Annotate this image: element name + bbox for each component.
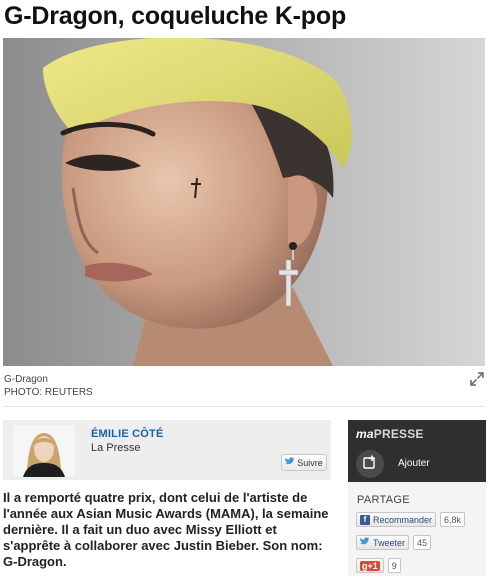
gplus-label: g+1 [360, 560, 380, 571]
add-button[interactable] [356, 450, 384, 478]
add-label[interactable]: Ajouter [398, 458, 430, 469]
mapresse-logo[interactable]: maPRESSE [356, 427, 424, 441]
photo-caption-text: G-Dragon [4, 374, 48, 385]
article-photo[interactable] [3, 38, 485, 366]
tweet-button[interactable]: Tweeter [356, 535, 410, 550]
expand-icon[interactable] [470, 372, 484, 386]
article-body: Il a remporté quatre prix, dont celui de… [3, 490, 329, 569]
sidebar: maPRESSE Ajouter PARTAGE f Recommander 6… [348, 420, 486, 576]
article-title: G-Dragon, coqueluche K-pop [4, 2, 347, 30]
twitter-bird-icon [360, 537, 370, 548]
gplus-count: 9 [387, 558, 401, 573]
add-icon [363, 455, 377, 474]
facebook-icon: f [360, 514, 370, 525]
twitter-count: 45 [413, 535, 432, 550]
author-box: ÉMILIE CÔTÉ La Presse Suivre [3, 420, 331, 480]
gplus-share: g+1 9 [356, 558, 401, 573]
photo-caption: G-Dragon PHOTO: REUTERS [4, 373, 93, 399]
tweet-label: Tweeter [373, 537, 406, 548]
facebook-share: f Recommander 6,8k [356, 512, 466, 527]
facebook-label: Recommander [373, 514, 433, 525]
gplus-button[interactable]: g+1 [356, 558, 384, 573]
share-heading: PARTAGE [357, 494, 410, 506]
facebook-count: 6,8k [440, 512, 466, 527]
facebook-recommend-button[interactable]: f Recommander [356, 512, 437, 527]
sidebar-header: maPRESSE Ajouter [348, 420, 486, 482]
follow-button[interactable]: Suivre [281, 454, 327, 471]
follow-label: Suivre [297, 457, 323, 468]
twitter-bird-icon [285, 457, 295, 468]
photo-credit: PHOTO: REUTERS [4, 387, 93, 398]
author-avatar[interactable] [13, 425, 75, 477]
twitter-share: Tweeter 45 [356, 535, 432, 550]
logo-ma: ma [356, 427, 374, 441]
divider [3, 406, 485, 407]
author-name[interactable]: ÉMILIE CÔTÉ [91, 428, 163, 440]
author-organization: La Presse [91, 442, 141, 454]
logo-presse: PRESSE [373, 427, 424, 441]
